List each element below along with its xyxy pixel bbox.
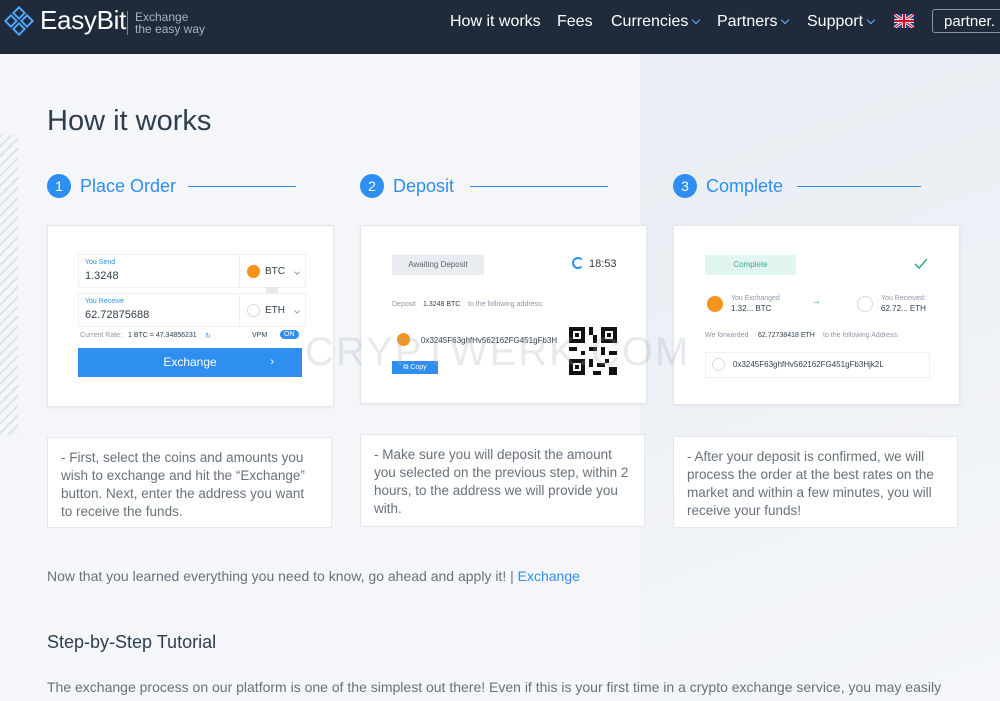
step-1-divider — [188, 186, 296, 187]
receive-field[interactable]: You Receive 62.72875688 ETH — [78, 293, 306, 327]
arrow-right-icon: › — [270, 356, 274, 368]
receiving-address-field[interactable]: 0x3245F63ghfHv562162FG451gFb3Hjk2L — [705, 352, 930, 378]
chevron-down-icon — [692, 15, 701, 25]
cta-text: Now that you learned everything you need… — [47, 568, 580, 584]
chevron-down-icon — [294, 308, 300, 314]
nav-fees[interactable]: Fees — [557, 13, 593, 31]
nav-partners-label: Partners — [717, 13, 778, 30]
uk-flag-icon[interactable] — [894, 14, 914, 28]
nav-support-label: Support — [807, 13, 864, 30]
ethereum-icon — [712, 358, 725, 371]
top-navigation-bar: EasyBit Exchange the easy way How it wor… — [0, 0, 1000, 54]
step-3-description: - After your deposit is confirmed, we wi… — [673, 436, 958, 528]
ethereum-icon — [247, 304, 260, 317]
step-3-number: 3 — [673, 174, 697, 198]
field-divider — [239, 294, 240, 326]
received-label: You Received: — [881, 295, 926, 302]
forward-suffix: to the following Address: — [823, 332, 899, 339]
rate-value: 1 BTC = 47.34856231 — [128, 332, 197, 339]
nav-how-it-works[interactable]: How it works — [450, 13, 541, 31]
vpm-toggle[interactable]: ON — [280, 330, 299, 339]
tutorial-heading: Step-by-Step Tutorial — [47, 632, 217, 652]
send-coin[interactable]: BTC — [265, 266, 285, 277]
step-1-title: Place Order — [80, 176, 177, 196]
nav-currencies-label: Currencies — [611, 13, 689, 30]
send-label: You Send — [85, 259, 116, 266]
deposit-amount: 1.3248 BTC — [423, 301, 461, 308]
checkmark-icon — [914, 258, 928, 270]
place-order-card: You Send 1.3248 BTC You Receive 62.72875… — [47, 225, 334, 407]
step-1-number: 1 — [47, 174, 71, 198]
exchanged-label: You Exchanged — [731, 295, 780, 302]
bitcoin-icon — [707, 296, 723, 312]
send-field[interactable]: You Send 1.3248 BTC — [78, 254, 306, 288]
decorative-stripes — [0, 135, 18, 435]
forward-prefix: We forwarded — [705, 332, 749, 339]
received-value: 62.72... ETH — [881, 304, 926, 313]
step-1-description: - First, select the coins and amounts yo… — [47, 437, 332, 528]
exchange-button-label: Exchange — [163, 355, 217, 369]
brand-tagline-line2: the easy way — [135, 22, 206, 36]
deposit-suffix: to the following address: — [468, 301, 544, 308]
complete-card: Complete You Exchanged 1.32... BTC → You… — [673, 225, 960, 405]
step-2-description: - Make sure you will deposit the amount … — [360, 434, 645, 527]
nav-support[interactable]: Support — [807, 13, 876, 31]
logo-divider — [127, 11, 128, 35]
step-2-number: 2 — [360, 174, 384, 198]
cta-message: Now that you learned everything you need… — [47, 568, 514, 584]
receive-value: 62.72875688 — [85, 309, 150, 321]
step-3-title: Complete — [706, 176, 784, 196]
send-value: 1.3248 — [85, 270, 119, 282]
ethereum-icon — [857, 296, 873, 312]
partner-button[interactable]: partner. — [932, 9, 1000, 33]
arrow-right-icon: → — [811, 296, 821, 307]
vpm-label: VPM — [252, 332, 268, 339]
brand-name[interactable]: EasyBit — [40, 5, 126, 36]
chevron-down-icon — [294, 269, 300, 275]
exchange-link[interactable]: Exchange — [518, 568, 580, 584]
field-divider — [239, 255, 240, 287]
awaiting-deposit-badge: Awaiting Deposit — [392, 255, 484, 275]
exchanged-value: 1.32... BTC — [731, 304, 772, 313]
receive-label: You Receive — [85, 298, 125, 305]
deposit-card: Awaiting Deposit 18:53 Deposit 1.3248 BT… — [360, 225, 647, 404]
deposit-prefix: Deposit — [392, 301, 416, 308]
rate-label: Current Rate: — [80, 332, 123, 339]
receiving-address: 0x3245F63ghfHv562162FG451gFb3Hjk2L — [733, 360, 884, 369]
exchange-button[interactable]: Exchange › — [78, 348, 302, 377]
step-2-divider — [470, 186, 608, 187]
easybit-logo-icon[interactable] — [4, 6, 38, 46]
step-2-title: Deposit — [393, 176, 455, 196]
watermark: CRYPTWERK.COM — [305, 330, 691, 374]
bitcoin-icon — [247, 265, 260, 278]
page-title: How it works — [47, 105, 212, 137]
chevron-down-icon — [866, 15, 876, 25]
step-3-divider — [797, 186, 921, 187]
receive-coin[interactable]: ETH — [265, 305, 285, 316]
nav-partners[interactable]: Partners — [717, 13, 790, 31]
countdown-timer: 18:53 — [589, 258, 617, 270]
loading-spinner-icon — [572, 257, 584, 269]
refresh-icon[interactable]: ↻ — [205, 332, 211, 340]
forward-amount: 62.72738418 ETH — [758, 332, 815, 339]
complete-badge: Complete — [705, 255, 796, 275]
nav-currencies[interactable]: Currencies — [611, 13, 701, 31]
tutorial-paragraph: The exchange process on our platform is … — [47, 679, 942, 695]
chevron-down-icon — [781, 15, 790, 25]
